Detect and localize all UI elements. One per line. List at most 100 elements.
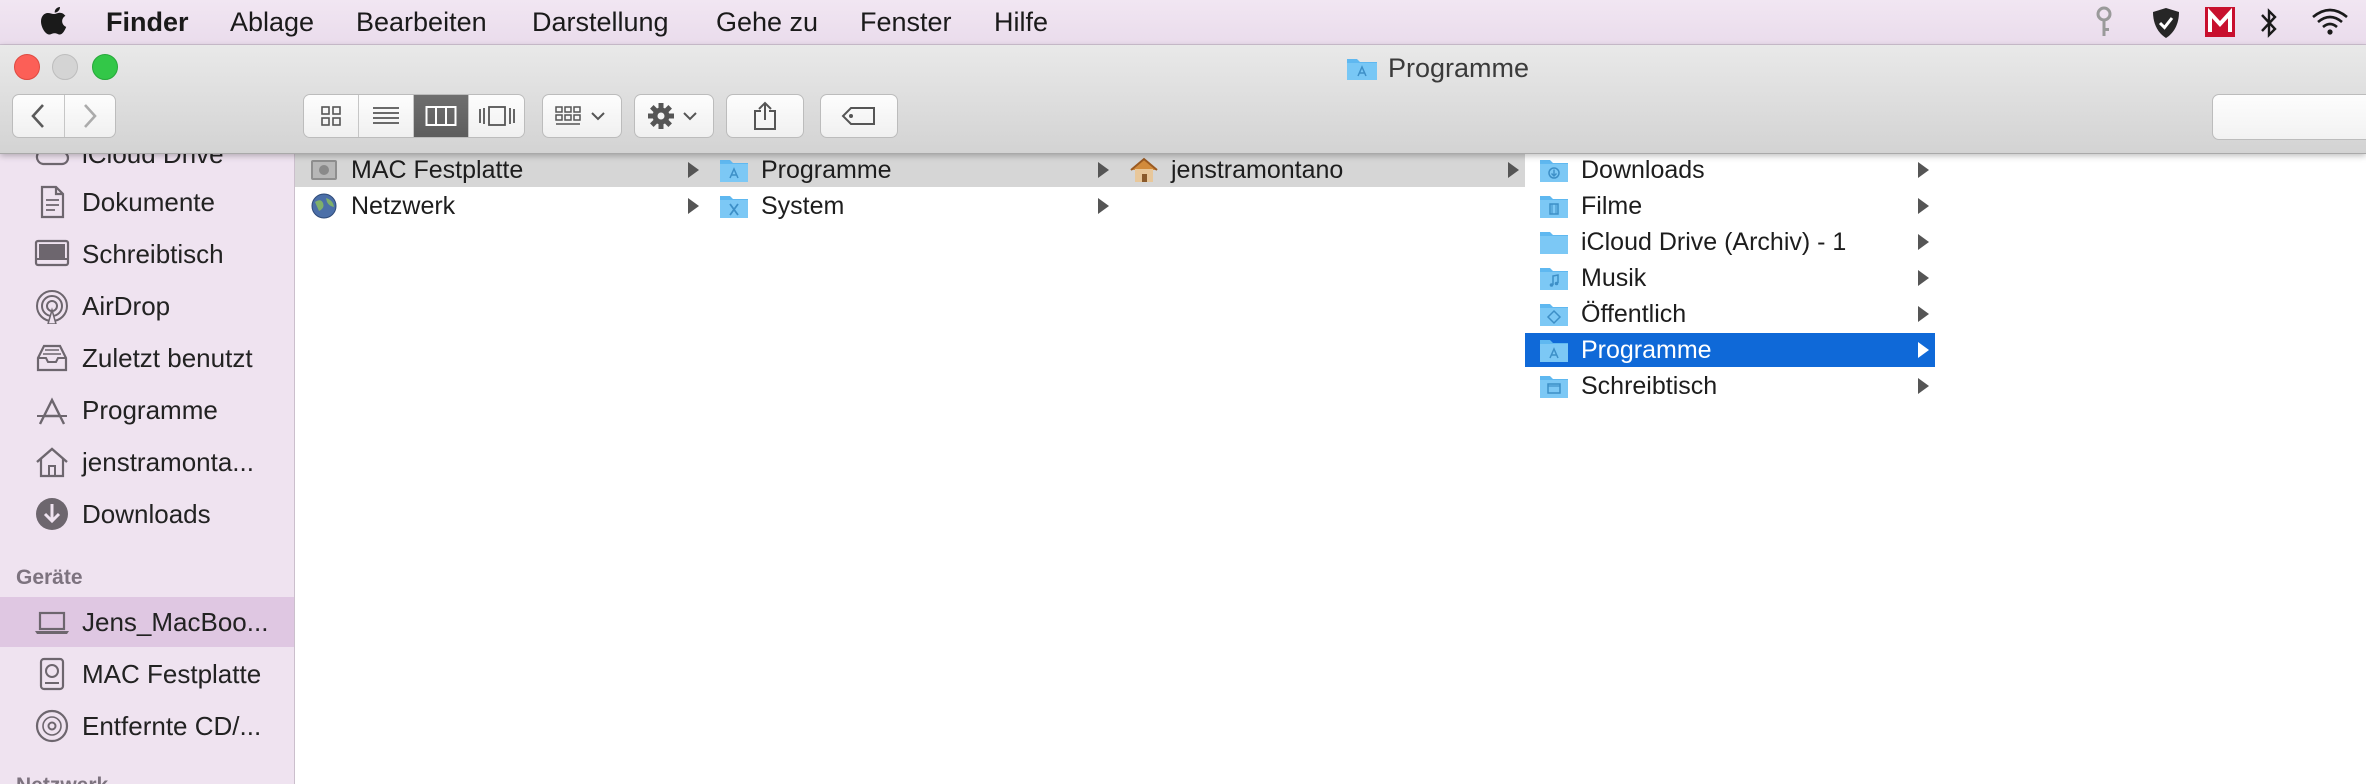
window-title-label: Programme xyxy=(1388,52,1530,83)
downloads-folder-icon xyxy=(1540,160,1568,182)
sidebar-item-dokumente[interactable]: Dokumente xyxy=(0,177,294,227)
sidebar-item-label: AirDrop xyxy=(82,290,171,321)
menu-app-finder[interactable]: Finder xyxy=(106,6,189,38)
search-field[interactable] xyxy=(2212,94,2366,140)
column-row-icloud-archiv[interactable]: iCloud Drive (Archiv) - 1 xyxy=(1525,225,1935,259)
zoom-window-button[interactable] xyxy=(92,54,118,80)
share-button[interactable] xyxy=(726,94,804,138)
sidebar-item-label: Dokumente xyxy=(82,186,215,217)
sidebar-item-mac-festplatte[interactable]: MAC Festplatte xyxy=(0,649,294,699)
sidebar-item-remote-cd[interactable]: Entfernte CD/... xyxy=(0,701,294,751)
chevron-down-icon xyxy=(591,112,605,121)
menu-bar: Finder Ablage Bearbeiten Darstellung Geh… xyxy=(0,0,2366,45)
column-row-oeffentlich[interactable]: Öffentlich xyxy=(1525,297,1935,331)
tag-icon xyxy=(841,107,875,125)
column-row-label: Öffentlich xyxy=(1581,299,1687,328)
column-row-jenstramontano[interactable]: jenstramontano xyxy=(1115,153,1525,187)
forward-button[interactable] xyxy=(65,95,116,137)
sidebar-item-schreibtisch[interactable]: Schreibtisch xyxy=(0,229,294,279)
minimize-window-button[interactable] xyxy=(52,54,78,80)
sidebar-item-icloud-drive[interactable]: iCloud Drive xyxy=(0,153,294,179)
home-icon xyxy=(36,447,68,478)
menu-hilfe[interactable]: Hilfe xyxy=(994,6,1048,38)
column-row-musik[interactable]: Musik xyxy=(1525,261,1935,295)
browser-column-5 xyxy=(1935,153,2366,784)
sidebar-item-zuletzt-benutzt[interactable]: Zuletzt benutzt xyxy=(0,333,294,383)
sidebar-heading-network: Netzwerk xyxy=(16,774,108,784)
menu-darstellung[interactable]: Darstellung xyxy=(532,6,669,38)
tags-button[interactable] xyxy=(820,94,898,138)
back-button[interactable] xyxy=(13,95,65,137)
sidebar-item-home[interactable]: jenstramonta... xyxy=(0,437,294,487)
column-row-netzwerk[interactable]: Netzwerk xyxy=(295,189,705,223)
key-icon[interactable] xyxy=(2094,6,2114,40)
mcafee-icon[interactable] xyxy=(2204,6,2236,38)
sidebar-item-macbook[interactable]: Jens_MacBoo... xyxy=(0,597,294,647)
sidebar-item-label: Programme xyxy=(82,394,218,425)
column-row-label: MAC Festplatte xyxy=(351,155,524,184)
column-view-button[interactable] xyxy=(414,95,469,137)
shield-icon[interactable] xyxy=(2150,6,2182,40)
laptop-icon xyxy=(35,611,69,634)
action-menu-button[interactable] xyxy=(634,94,714,138)
cover-flow-button[interactable] xyxy=(469,95,524,137)
group-grid-icon xyxy=(555,106,605,125)
disclosure-arrow-icon xyxy=(1918,342,1929,358)
column-row-downloads[interactable]: Downloads xyxy=(1525,153,1935,187)
list-icon xyxy=(373,107,399,124)
window-title: Programme xyxy=(1346,51,1529,85)
apps-folder-icon xyxy=(720,160,748,182)
back-forward-group xyxy=(12,94,116,138)
gear-icon xyxy=(648,103,697,129)
airdrop-icon xyxy=(36,290,68,324)
harddisk-icon xyxy=(39,657,65,691)
column-row-system[interactable]: System xyxy=(705,189,1115,223)
browser-column-4: Downloads Filme iCloud Drive (Archiv) - … xyxy=(1525,153,1936,784)
harddisk-icon xyxy=(311,160,337,180)
column-row-programme[interactable]: Programme xyxy=(705,153,1115,187)
column-row-label: Schreibtisch xyxy=(1581,371,1718,400)
column-row-label: System xyxy=(761,191,845,220)
close-window-button[interactable] xyxy=(14,54,40,80)
column-row-label: Netzwerk xyxy=(351,191,456,220)
column-row-filme[interactable]: Filme xyxy=(1525,189,1935,223)
column-row-schreibtisch[interactable]: Schreibtisch xyxy=(1525,369,1935,403)
chevron-right-icon xyxy=(83,104,97,128)
menu-gehe-zu[interactable]: Gehe zu xyxy=(716,6,818,38)
menu-bearbeiten[interactable]: Bearbeiten xyxy=(356,6,487,38)
folder-icon xyxy=(1540,232,1568,254)
sidebar-item-label: Schreibtisch xyxy=(82,238,224,269)
disclosure-arrow-icon xyxy=(1918,234,1929,250)
disclosure-arrow-icon xyxy=(1098,162,1109,178)
apple-icon[interactable] xyxy=(38,5,70,39)
desktop-folder-icon xyxy=(1540,376,1568,398)
menu-fenster[interactable]: Fenster xyxy=(860,6,952,38)
sidebar-item-label: Zuletzt benutzt xyxy=(82,342,253,373)
group-by-button[interactable] xyxy=(542,94,622,138)
column-row-programme-selected[interactable]: Programme xyxy=(1525,333,1935,367)
sidebar-item-airdrop[interactable]: AirDrop xyxy=(0,281,294,331)
disclosure-arrow-icon xyxy=(1098,198,1109,214)
wifi-icon[interactable] xyxy=(2310,6,2350,38)
disclosure-arrow-icon xyxy=(1918,306,1929,322)
browser-column-2: Programme System xyxy=(705,153,1116,784)
column-row-label: Programme xyxy=(761,155,892,184)
column-row-label: Programme xyxy=(1581,335,1712,364)
home-icon xyxy=(1130,157,1158,182)
list-view-button[interactable] xyxy=(359,95,414,137)
bluetooth-icon[interactable] xyxy=(2258,6,2280,40)
recents-icon xyxy=(36,344,68,372)
menu-ablage[interactable]: Ablage xyxy=(230,6,314,38)
sidebar-item-label: iCloud Drive xyxy=(82,153,224,169)
columns-icon xyxy=(425,106,457,126)
disclosure-arrow-icon xyxy=(1918,162,1929,178)
browser-column-3: jenstramontano xyxy=(1115,153,1526,784)
column-row-mac-festplatte[interactable]: MAC Festplatte xyxy=(295,153,705,187)
sidebar-heading-devices: Geräte xyxy=(16,566,83,589)
disclosure-arrow-icon xyxy=(1918,378,1929,394)
sidebar-item-downloads[interactable]: Downloads xyxy=(0,489,294,539)
sidebar: iCloud Drive Dokumente Schreibtisch AirD… xyxy=(0,153,295,784)
apps-folder-icon xyxy=(1347,59,1377,80)
icon-view-button[interactable] xyxy=(304,95,359,137)
sidebar-item-programme[interactable]: Programme xyxy=(0,385,294,435)
